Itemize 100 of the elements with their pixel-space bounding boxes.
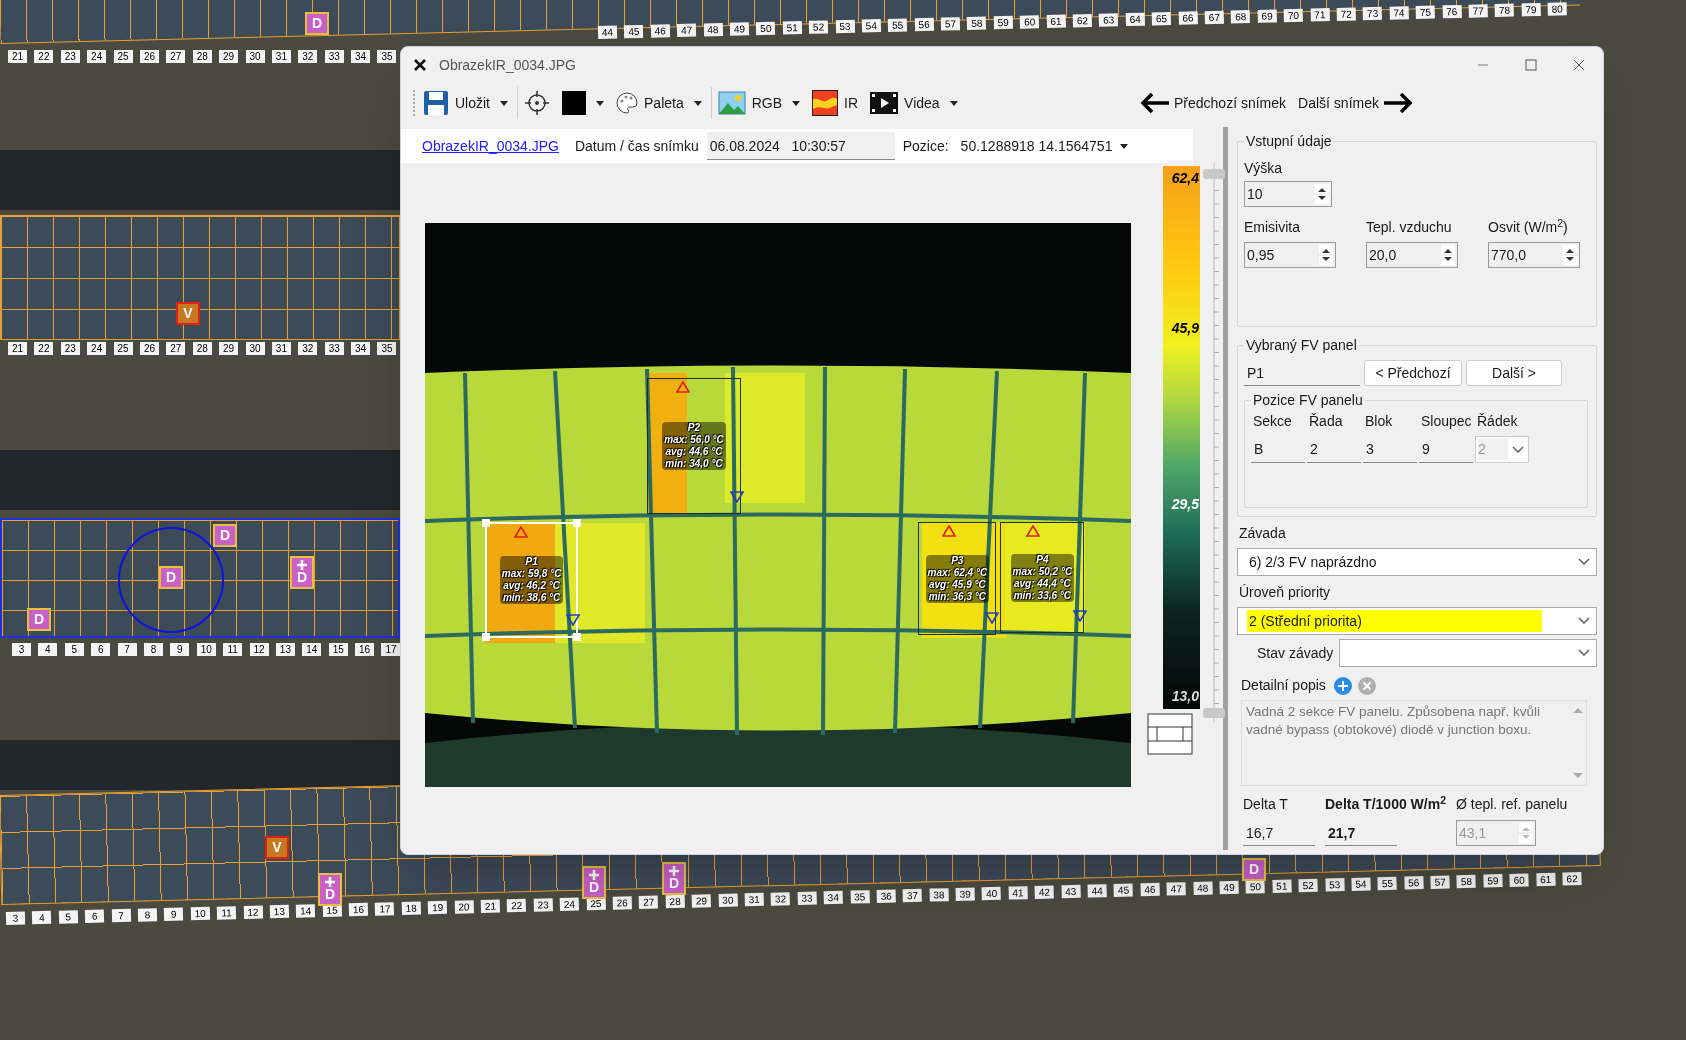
row-number: 46 xyxy=(1140,882,1160,897)
next-panel-button[interactable]: Další > xyxy=(1466,360,1562,386)
row-number: 18 xyxy=(401,901,421,915)
ir-button[interactable]: IR xyxy=(809,87,862,119)
row-number: 6 xyxy=(85,909,105,923)
window-title: ObrazekIR_0034.JPG xyxy=(439,55,577,75)
map-marker[interactable]: D xyxy=(290,556,314,589)
resize-handle[interactable] xyxy=(573,518,582,527)
row-number: 74 xyxy=(1389,6,1409,20)
row-number: 48 xyxy=(1193,881,1213,895)
min-marker-icon xyxy=(729,491,744,503)
row-number: 53 xyxy=(1324,878,1345,892)
resize-handle[interactable] xyxy=(482,518,490,527)
priority-dropdown[interactable]: 2 (Střední priorita) xyxy=(1237,607,1597,635)
row-number: 35 xyxy=(850,890,870,904)
file-link[interactable]: ObrazekIR_0034.JPG xyxy=(422,135,559,157)
spin-field[interactable]: 770,0 xyxy=(1488,242,1580,268)
position-dropdown[interactable]: 50.1288918 14.1564751 xyxy=(960,135,1129,157)
palette-button[interactable]: Paleta xyxy=(613,87,705,119)
row-number: 52 xyxy=(808,20,829,34)
region-name: P3 xyxy=(950,554,965,567)
description-box[interactable]: Vadná 2 sekce FV panelu. Způsobena např. kvůli vadné bypass (obtokové) diodě v junction boxu. xyxy=(1241,700,1587,786)
resize-handle[interactable] xyxy=(482,633,490,642)
add-icon[interactable] xyxy=(1333,676,1352,695)
row-number: 52 xyxy=(1298,878,1318,893)
marker-letter: D xyxy=(165,570,177,585)
map-marker[interactable]: D xyxy=(159,566,183,589)
temperature-reading: min: 33,6 °C xyxy=(1012,589,1073,602)
row-number: 63 xyxy=(1099,13,1119,27)
row-number: 54 xyxy=(1351,877,1371,891)
spinner-arrows-icon[interactable] xyxy=(1563,245,1577,265)
previous-panel-button[interactable]: < Předchozí xyxy=(1364,360,1462,386)
row-number: 23 xyxy=(60,342,80,355)
field-label: Stav závady xyxy=(1257,643,1334,663)
spinner-arrows-icon[interactable] xyxy=(1315,184,1329,204)
state-dropdown[interactable] xyxy=(1339,639,1597,667)
next-image-button[interactable]: Další snímek xyxy=(1298,92,1413,114)
field-label: Delta T/1000 W/m$^{2}$ xyxy=(1325,794,1446,814)
row-number: 26 xyxy=(612,896,632,910)
measurement-box[interactable]: P2 max: 56,0 °C avg: 44,6 °C min: 34,0 °C xyxy=(647,377,741,514)
remove-icon[interactable] xyxy=(1357,676,1376,695)
temperature-reading: min: 36,3 °C xyxy=(927,590,987,603)
spinner-arrows-icon[interactable] xyxy=(1441,245,1455,265)
plus-icon xyxy=(325,877,335,887)
row-number: 5 xyxy=(58,910,78,924)
save-icon xyxy=(423,90,449,116)
row-number: 43 xyxy=(1061,884,1081,899)
row-number: 56 xyxy=(914,17,934,32)
rgb-button[interactable]: RGB xyxy=(710,87,804,119)
save-button[interactable]: Uložit xyxy=(420,87,511,119)
temperature-reading: avg: 45,9 °C xyxy=(927,578,987,591)
datetime-field[interactable]: 06.08.2024 10:30:57 xyxy=(706,132,895,160)
field-label: Výška xyxy=(1244,159,1284,178)
marker-letter: D xyxy=(296,570,308,585)
measurement-box[interactable]: P3 max: 62,4 °C avg: 45,9 °C min: 36,3 °C xyxy=(918,522,997,636)
map-marker[interactable]: D xyxy=(27,608,51,631)
row-number: 59 xyxy=(1483,874,1503,888)
resize-handle[interactable] xyxy=(573,633,582,642)
color-swatch-icon xyxy=(562,91,586,115)
row-number: 72 xyxy=(1336,7,1356,21)
measurement-box[interactable]: P1 max: 59,8 °C avg: 46,2 °C min: 38,6 °C xyxy=(485,521,579,639)
row-number: 31 xyxy=(271,50,291,63)
row-number: 51 xyxy=(1272,879,1292,893)
row-number: 22 xyxy=(34,342,54,355)
crosshair-icon xyxy=(524,90,550,116)
row-number: 7 xyxy=(111,908,131,923)
row-number: 56 xyxy=(1404,876,1424,890)
region-name: P4 xyxy=(1035,553,1050,566)
map-marker[interactable]: D xyxy=(662,862,686,895)
group-title: Vybraný FV panel xyxy=(1245,336,1358,355)
row-number: 25 xyxy=(113,342,133,355)
field-label: Delta T xyxy=(1243,795,1289,814)
map-marker[interactable]: D xyxy=(318,873,342,906)
previous-image-button[interactable]: Předchozí snímek xyxy=(1140,92,1287,114)
spin-field[interactable]: 20,0 xyxy=(1366,242,1458,268)
defect-dropdown[interactable]: 6) 2/3 FV naprázdno xyxy=(1237,548,1597,576)
row-number: 12 xyxy=(249,643,269,656)
row-number: 27 xyxy=(166,50,186,63)
row-number: 26 xyxy=(139,342,159,355)
app-icon xyxy=(413,58,427,72)
map-marker[interactable]: D xyxy=(213,524,237,547)
field-label: Emisivita xyxy=(1244,218,1301,237)
scale-value: 62,4 xyxy=(1171,169,1199,188)
row-number: 30 xyxy=(245,342,265,355)
region-name: P2 xyxy=(686,421,702,434)
column-label: Řada xyxy=(1308,412,1344,431)
row-number: 42 xyxy=(1034,885,1055,899)
temperature-reading: min: 34,0 °C xyxy=(664,457,724,470)
row-number: 49 xyxy=(1219,880,1239,895)
row-number: 24 xyxy=(87,342,107,355)
map-marker[interactable]: D xyxy=(305,12,329,35)
spin-field[interactable]: 10 xyxy=(1244,181,1332,207)
spin-field[interactable]: 0,95 xyxy=(1244,242,1336,268)
row-number: 32 xyxy=(770,892,791,906)
row-number: 60 xyxy=(1019,15,1040,29)
row-number: 32 xyxy=(298,342,318,355)
spinner-arrows-icon[interactable] xyxy=(1319,245,1333,265)
measurement-box[interactable]: P4 max: 50,2 °C avg: 44,4 °C min: 33,6 °C xyxy=(1000,522,1085,633)
row-number: 33 xyxy=(324,342,344,355)
video-button[interactable]: Videa xyxy=(867,87,961,119)
